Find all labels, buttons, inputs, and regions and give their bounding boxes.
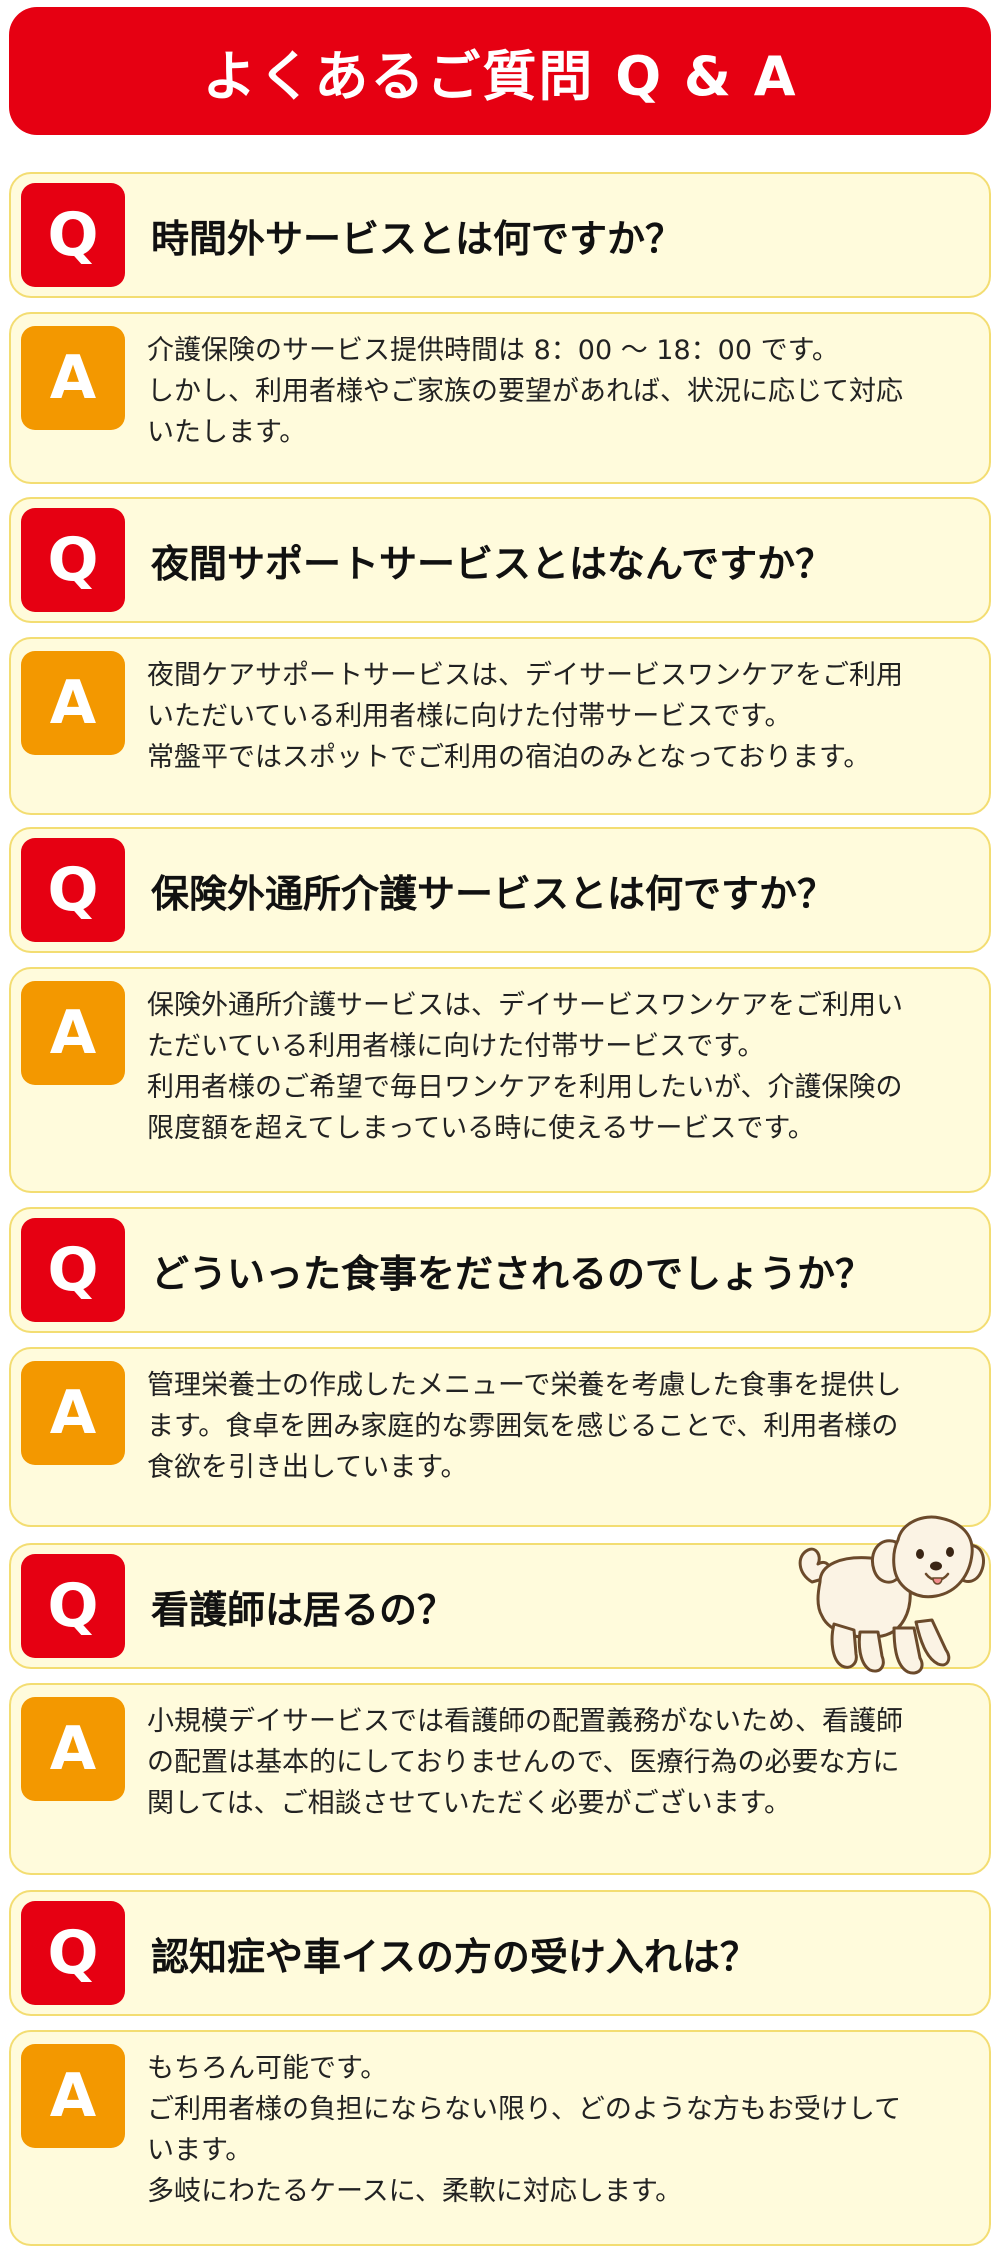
question-text: 時間外サービスとは何ですか？ (151, 216, 684, 261)
answer-line: ます。食卓を囲み家庭的な雰囲気を感じることで、利用者様の (147, 1411, 899, 1442)
answer-line: 利用者様のご希望で毎日ワンケアを利用したいが、介護保険の (147, 1072, 903, 1103)
answer-text: 保険外通所介護サービスは、デイサービスワンケアをご利用い ただいている利用者様に… (147, 985, 973, 1149)
answer-card: A もちろん可能です。 ご利用者様の負担にならない限り、どのような方もお受けして… (9, 2030, 991, 2246)
a-badge: A (21, 1697, 125, 1801)
answer-line: いただいている利用者様に向けた付帯サービスです。 (147, 701, 792, 732)
answer-card: A 小規模デイサービスでは看護師の配置義務がないため、看護師 の配置は基本的にし… (9, 1683, 991, 1875)
question-card: Q 保険外通所介護サービスとは何ですか？ (9, 827, 991, 953)
answer-text: 夜間ケアサポートサービスは、デイサービスワンケアをご利用 いただいている利用者様… (147, 655, 973, 778)
question-text: 夜間サポートサービスとはなんですか？ (151, 541, 834, 586)
answer-line: もちろん可能です。 (147, 2053, 388, 2084)
question-card: Q どういった食事をだされるのでしょうか？ (9, 1207, 991, 1333)
answer-card: A 管理栄養士の作成したメニューで栄養を考慮した食事を提供し ます。食卓を囲み家… (9, 1347, 991, 1527)
a-badge: A (21, 651, 125, 755)
answer-line: いたします。 (147, 417, 307, 448)
answer-line: しかし、利用者様やご家族の要望があれば、状況に応じて対応 (147, 376, 903, 407)
question-text: どういった食事をだされるのでしょうか？ (151, 1251, 874, 1296)
answer-line: 常盤平ではスポットでご利用の宿泊のみとなっております。 (147, 742, 871, 773)
answer-line: 関しては、ご相談させていただく必要がございます。 (147, 1788, 791, 1819)
answer-line: 多岐にわたるケースに、柔軟に対応します。 (147, 2176, 683, 2207)
answer-line: ご利用者様の負担にならない限り、どのような方もお受けして (147, 2094, 902, 2125)
question-text: 認知症や車イスの方の受け入れは？ (151, 1934, 758, 1979)
answer-line: 小規模デイサービスでは看護師の配置義務がないため、看護師 (147, 1706, 903, 1737)
answer-card: A 保険外通所介護サービスは、デイサービスワンケアをご利用い ただいている利用者… (9, 967, 991, 1193)
q-badge: Q (21, 508, 125, 612)
answer-line: 管理栄養士の作成したメニューで栄養を考慮した食事を提供し (147, 1370, 902, 1401)
answer-text: もちろん可能です。 ご利用者様の負担にならない限り、どのような方もお受けして い… (147, 2048, 973, 2212)
page-title: よくあるご質問 Q & A (202, 44, 798, 108)
question-card: Q 認知症や車イスの方の受け入れは？ (9, 1890, 991, 2016)
answer-text: 小規模デイサービスでは看護師の配置義務がないため、看護師 の配置は基本的にしてお… (147, 1701, 973, 1824)
q-badge: Q (21, 1554, 125, 1658)
q-badge: Q (21, 183, 125, 287)
answer-line: の配置は基本的にしておりませんので、医療行為の必要な方に (147, 1747, 900, 1778)
answer-card: A 夜間ケアサポートサービスは、デイサービスワンケアをご利用 いただいている利用… (9, 637, 991, 815)
question-card: Q 時間外サービスとは何ですか？ (9, 172, 991, 298)
a-badge: A (21, 981, 125, 1085)
answer-text: 管理栄養士の作成したメニューで栄養を考慮した食事を提供し ます。食卓を囲み家庭的… (147, 1365, 973, 1488)
a-badge: A (21, 2044, 125, 2148)
answer-line: 保険外通所介護サービスは、デイサービスワンケアをご利用い (147, 990, 903, 1021)
answer-line: 介護保険のサービス提供時間は 8：00 ～ 18：00 です。 (147, 335, 839, 366)
answer-line: います。 (147, 2135, 253, 2166)
answer-card: A 介護保険のサービス提供時間は 8：00 ～ 18：00 です。 しかし、利用… (9, 312, 991, 484)
q-badge: Q (21, 1901, 125, 2005)
answer-line: 限度額を超えてしまっている時に使えるサービスです。 (147, 1113, 815, 1144)
page-title-banner: よくあるご質問 Q & A (9, 7, 991, 135)
answer-text: 介護保険のサービス提供時間は 8：00 ～ 18：00 です。 しかし、利用者様… (147, 330, 973, 453)
q-badge: Q (21, 838, 125, 942)
answer-line: ただいている利用者様に向けた付帯サービスです。 (147, 1031, 765, 1062)
question-text: 保険外通所介護サービスとは何ですか？ (151, 871, 836, 916)
dog-illustration (798, 1515, 985, 1675)
q-badge: Q (21, 1218, 125, 1322)
answer-line: 夜間ケアサポートサービスは、デイサービスワンケアをご利用 (147, 660, 903, 691)
a-badge: A (21, 1361, 125, 1465)
answer-line: 食欲を引き出しています。 (147, 1452, 468, 1483)
a-badge: A (21, 326, 125, 430)
question-card: Q 夜間サポートサービスとはなんですか？ (9, 497, 991, 623)
